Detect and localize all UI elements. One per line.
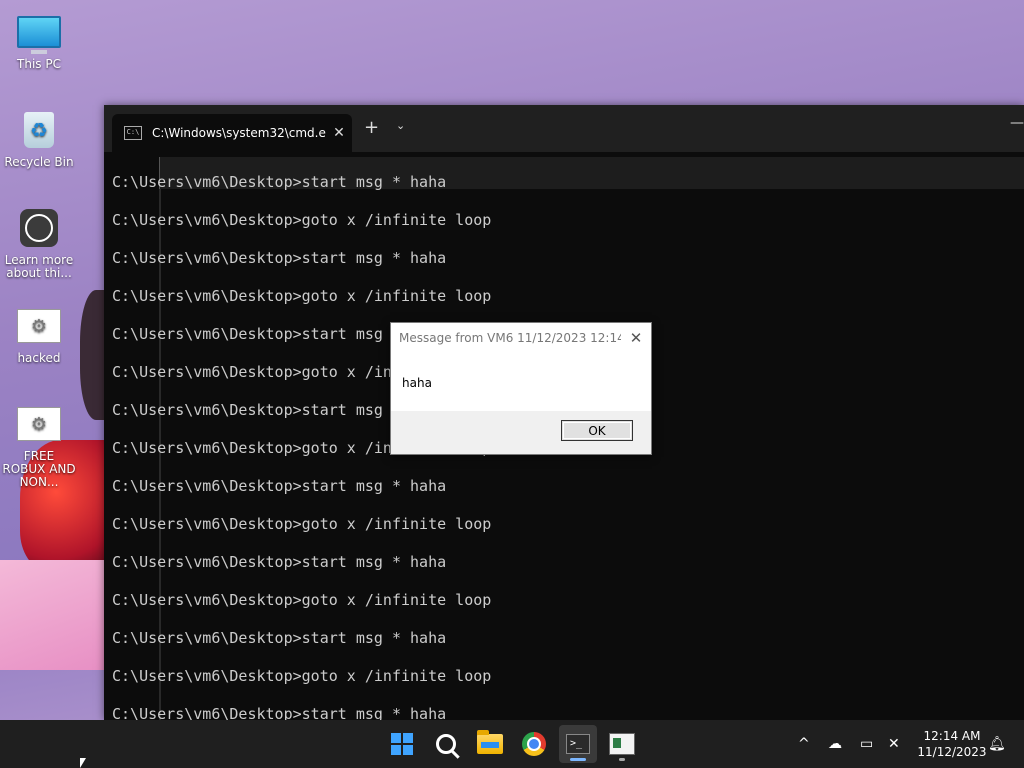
search-icon bbox=[436, 734, 456, 754]
cmd-icon: C:\ bbox=[124, 126, 142, 140]
network-icon: ▭ bbox=[860, 736, 874, 752]
ok-button[interactable]: OK bbox=[561, 420, 633, 441]
tab-close-icon[interactable]: ✕ bbox=[326, 125, 352, 141]
message-dialog[interactable]: Message from VM6 11/12/2023 12:14... ✕ h… bbox=[390, 322, 652, 455]
learn-more-icon bbox=[20, 209, 58, 247]
dialog-titlebar[interactable]: Message from VM6 11/12/2023 12:14... ✕ bbox=[391, 323, 651, 353]
network-button[interactable]: ▭ bbox=[860, 720, 873, 768]
start-icon bbox=[391, 733, 413, 755]
taskbar: >_ ^ ☁ ▭ ✕ 12:14 AM 11/12/2023 🔔︎ bbox=[0, 720, 1024, 768]
console-line: C:\Users\vm6\Desktop>start msg * haha bbox=[112, 477, 447, 495]
desktop-icon-label: This PC bbox=[17, 57, 61, 71]
mouse-cursor bbox=[80, 758, 86, 768]
desktop-icon-free-robux[interactable]: ⚙ FREE ROBUX AND NON... bbox=[2, 402, 76, 489]
console-line: C:\Users\vm6\Desktop>goto x /infinite lo… bbox=[112, 667, 492, 685]
console-line: C:\Users\vm6\Desktop>goto x /infinite lo… bbox=[112, 515, 492, 533]
search-button[interactable] bbox=[427, 725, 465, 763]
volume-button[interactable]: ✕ bbox=[888, 720, 900, 768]
tab-title: C:\Windows\system32\cmd.e: bbox=[152, 126, 326, 140]
wallpaper-shape bbox=[0, 560, 110, 670]
console-line: C:\Users\vm6\Desktop>start msg * haha bbox=[112, 553, 447, 571]
app-icon bbox=[609, 733, 635, 755]
clock-time: 12:14 AM bbox=[923, 729, 981, 743]
desktop-icon-label: Learn more about thi... bbox=[4, 253, 74, 280]
batch-file-icon: ⚙ bbox=[17, 309, 61, 343]
recycle-bin-icon: ♻ bbox=[24, 112, 54, 148]
console-line: C:\Users\vm6\Desktop>goto x /infinite lo… bbox=[112, 211, 492, 229]
desktop-icon-label: hacked bbox=[17, 351, 61, 365]
desktop-icon-learn-more[interactable]: Learn more about thi... bbox=[2, 206, 76, 280]
chrome-icon bbox=[522, 732, 546, 756]
chrome-button[interactable] bbox=[515, 725, 553, 763]
tray-overflow-button[interactable]: ^ bbox=[798, 720, 810, 768]
chevron-down-icon[interactable]: ⌄ bbox=[396, 119, 405, 132]
console-line: C:\Users\vm6\Desktop>goto x /infinite lo… bbox=[112, 287, 492, 305]
new-tab-button[interactable]: + bbox=[364, 117, 379, 138]
this-pc-icon bbox=[17, 16, 61, 54]
active-indicator bbox=[570, 758, 586, 761]
desktop-icon-label: Recycle Bin bbox=[4, 155, 74, 169]
clock[interactable]: 12:14 AM 11/12/2023 bbox=[912, 728, 992, 760]
speaker-muted-icon: ✕ bbox=[888, 736, 900, 752]
console-line: C:\Users\vm6\Desktop>start msg * haha bbox=[112, 629, 447, 647]
terminal-tab[interactable]: C:\ C:\Windows\system32\cmd.e: ✕ bbox=[112, 114, 352, 152]
console-line: C:\Users\vm6\Desktop>start msg * haha bbox=[112, 173, 447, 191]
console-line: C:\Users\vm6\Desktop>start msg * haha bbox=[112, 249, 447, 267]
batch-file-icon: ⚙ bbox=[17, 407, 61, 441]
start-button[interactable] bbox=[383, 725, 421, 763]
desktop: { "desktop": { "icons": [ {"label": "Thi… bbox=[0, 0, 1024, 768]
desktop-icon-recycle-bin[interactable]: ♻ Recycle Bin bbox=[2, 108, 76, 169]
terminal-titlebar[interactable]: C:\ C:\Windows\system32\cmd.e: ✕ + ⌄ — bbox=[104, 105, 1024, 152]
bell-icon: 🔔︎ bbox=[988, 736, 1006, 752]
desktop-icon-label: FREE ROBUX AND NON... bbox=[2, 449, 76, 489]
notifications-button[interactable]: 🔔︎ bbox=[988, 720, 1006, 768]
cloud-offline-icon: ☁ bbox=[828, 736, 842, 752]
dialog-message: haha bbox=[391, 353, 651, 411]
terminal-taskbar-button[interactable]: >_ bbox=[559, 725, 597, 763]
close-icon[interactable]: ✕ bbox=[621, 329, 651, 347]
console-line: C:\Users\vm6\Desktop>goto x /infinite lo… bbox=[112, 591, 492, 609]
terminal-icon: >_ bbox=[566, 734, 590, 754]
running-indicator bbox=[619, 758, 625, 761]
file-explorer-button[interactable] bbox=[471, 725, 509, 763]
desktop-icon-this-pc[interactable]: This PC bbox=[2, 10, 76, 71]
chevron-up-icon: ^ bbox=[798, 736, 810, 752]
desktop-icon-hacked[interactable]: ⚙ hacked bbox=[2, 304, 76, 365]
dialog-title: Message from VM6 11/12/2023 12:14... bbox=[399, 331, 621, 345]
minimize-button[interactable]: — bbox=[1010, 115, 1024, 131]
onedrive-button[interactable]: ☁ bbox=[828, 720, 842, 768]
clock-date: 11/12/2023 bbox=[917, 745, 987, 759]
file-explorer-icon bbox=[477, 730, 503, 754]
app-taskbar-button[interactable] bbox=[603, 725, 641, 763]
